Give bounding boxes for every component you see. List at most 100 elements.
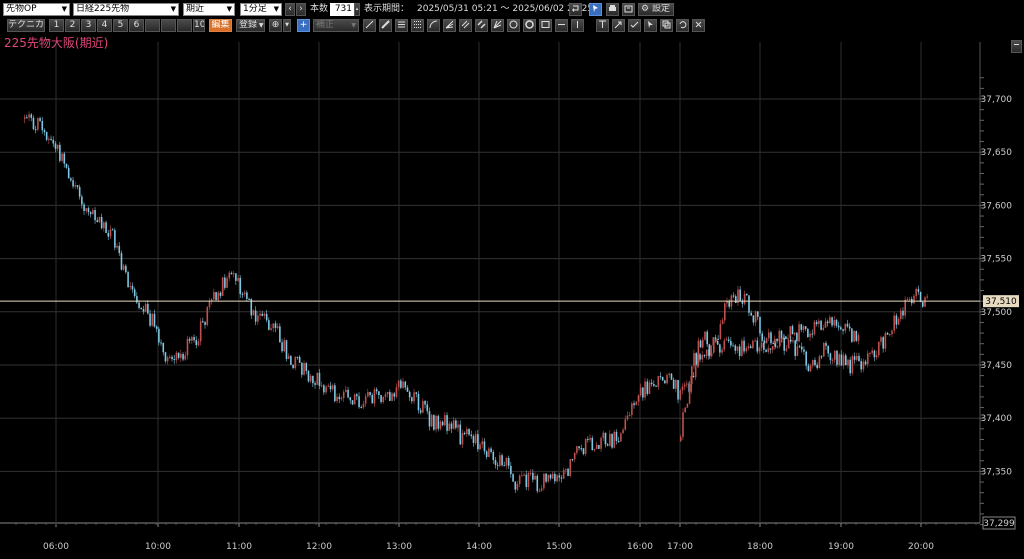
- candle-body: [864, 361, 867, 365]
- candle-body: [831, 359, 834, 361]
- candle-body: [384, 394, 387, 397]
- candle-body: [809, 333, 811, 337]
- candle-body: [681, 386, 684, 391]
- candle-body: [756, 340, 759, 352]
- x-tick-label: 17:00: [667, 542, 693, 552]
- candle-body: [98, 217, 101, 223]
- candle-body: [845, 355, 847, 366]
- candle-body: [801, 346, 803, 350]
- candle-body: [677, 380, 679, 400]
- candle-body: [120, 253, 123, 270]
- candle-body: [680, 436, 682, 441]
- candle-body: [208, 301, 211, 308]
- candle-body: [270, 328, 272, 330]
- candle-body: [765, 338, 768, 344]
- candle-body: [430, 415, 433, 427]
- x-axis: 06:00 10:00 11:00 12:00 13:00 14:00 15:00 16:00…: [15, 523, 977, 552]
- candle-body: [750, 312, 752, 316]
- candle-body: [371, 394, 374, 404]
- candle-body: [257, 315, 259, 322]
- candle-body: [351, 400, 354, 405]
- candle-body: [702, 339, 704, 348]
- candle-body: [833, 320, 836, 326]
- candle-body: [362, 403, 365, 408]
- y-tick-label: 37,600: [981, 201, 1013, 211]
- candle-body: [345, 389, 347, 393]
- candle-body: [571, 459, 574, 461]
- candle-body: [358, 396, 360, 408]
- candle-body: [791, 326, 794, 335]
- candle-body: [650, 382, 653, 385]
- candle-body: [215, 292, 217, 301]
- candle-body: [785, 348, 788, 351]
- candle-body: [820, 320, 822, 330]
- candle-body: [798, 346, 801, 348]
- candle-body: [219, 292, 222, 296]
- candle-body: [743, 294, 746, 304]
- candle-body: [743, 340, 745, 352]
- candle-body: [285, 340, 288, 359]
- candle-body: [580, 448, 583, 450]
- candle-body: [496, 464, 499, 466]
- y-tick-label: 37,500: [981, 308, 1013, 318]
- candle-body: [153, 313, 156, 327]
- candle-body: [85, 208, 88, 212]
- candle-body: [897, 318, 900, 325]
- candle-body: [831, 317, 833, 326]
- candle-body: [704, 331, 706, 340]
- candle-body: [54, 143, 57, 149]
- candle-body: [424, 401, 426, 405]
- candle-body: [893, 315, 895, 331]
- candle-body: [820, 356, 823, 358]
- candle-body: [296, 356, 299, 358]
- candle-body: [551, 473, 554, 479]
- y-tick-label: 37,350: [981, 467, 1013, 477]
- candle-body: [611, 433, 613, 448]
- candle-body: [125, 265, 127, 273]
- candle-body: [83, 204, 85, 212]
- candle-body: [417, 393, 420, 411]
- candle-body: [202, 321, 204, 323]
- candle-body: [746, 294, 748, 296]
- candle-body: [771, 346, 774, 350]
- candle-body: [459, 424, 462, 445]
- candle-body: [684, 407, 686, 413]
- candle-body: [679, 390, 682, 400]
- candle-body: [400, 380, 402, 388]
- candle-body: [499, 455, 501, 466]
- candle-body: [748, 295, 750, 313]
- candle-body: [644, 381, 646, 398]
- candle-body: [826, 321, 829, 324]
- candle-body: [191, 337, 193, 341]
- candle-body: [367, 392, 369, 397]
- candle-body: [360, 407, 363, 409]
- candle-body: [760, 342, 763, 348]
- candle-body: [397, 380, 400, 388]
- candle-body: [527, 473, 530, 488]
- candle-body: [105, 222, 107, 233]
- candle-body: [116, 245, 118, 248]
- candle-body: [770, 332, 772, 344]
- candle-body: [730, 340, 732, 346]
- candle-body: [853, 356, 856, 360]
- candle-body: [342, 392, 345, 398]
- candle-body: [26, 117, 28, 119]
- candle-body: [448, 423, 451, 431]
- price-chart[interactable]: 37,700 37,650 37,600 37,550 37,500 37,450 37,4…: [0, 0, 1024, 559]
- candle-body: [415, 392, 418, 394]
- x-tick-label: 06:00: [43, 542, 69, 552]
- candle-body: [327, 385, 330, 387]
- candle-body: [719, 344, 721, 353]
- candle-body: [635, 401, 638, 406]
- candle-body: [151, 313, 154, 326]
- candle-body: [824, 321, 827, 328]
- candle-body: [738, 346, 741, 356]
- x-tick-label: 13:00: [386, 542, 412, 552]
- candle-body: [749, 346, 752, 348]
- candle-body: [334, 385, 336, 402]
- candle-body: [100, 217, 103, 229]
- candle-body: [646, 381, 649, 394]
- candle-body: [439, 421, 442, 429]
- candle-body: [461, 432, 464, 445]
- x-tick-label: 10:00: [145, 542, 171, 552]
